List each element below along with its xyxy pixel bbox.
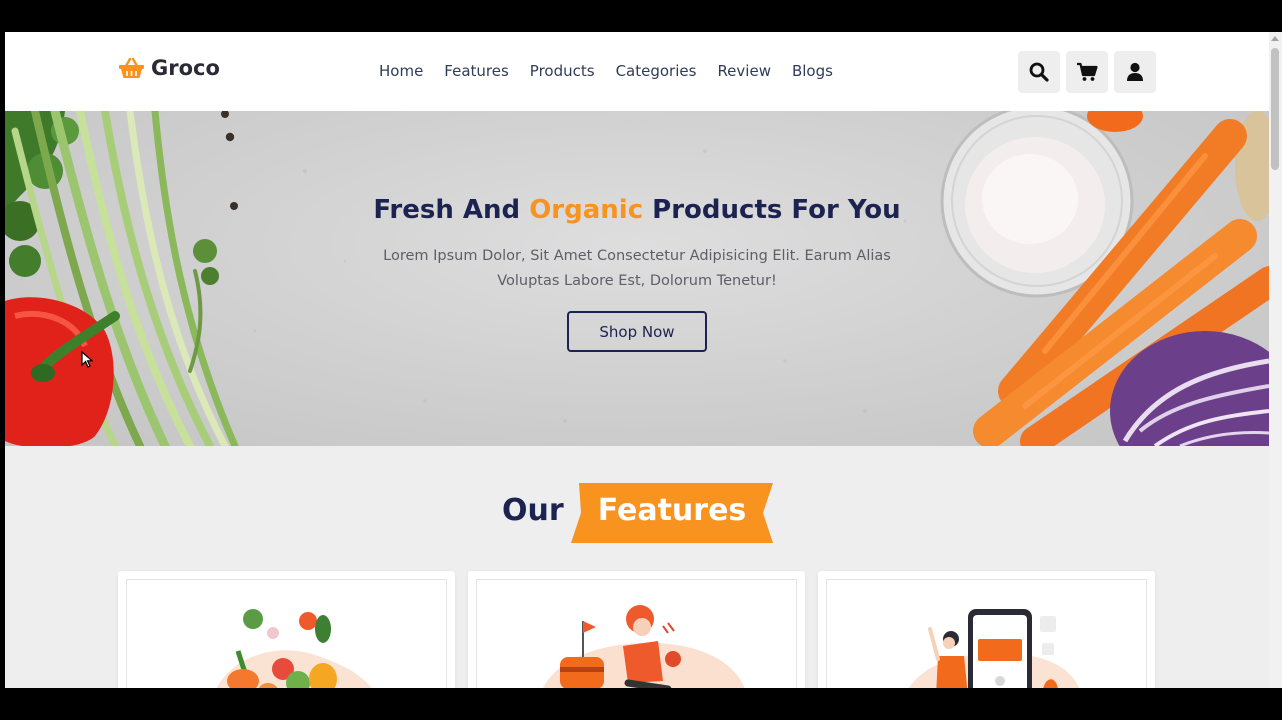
- nav-item-review[interactable]: Review: [717, 62, 771, 80]
- hero-title-part1: Fresh And: [373, 195, 530, 225]
- brand-logo[interactable]: Groco: [118, 56, 220, 80]
- main-nav: Home Features Products Categories Review…: [379, 62, 833, 80]
- hero-title: Fresh And Organic Products For You: [5, 195, 1269, 225]
- hero-subtitle-line2: Voluptas Labore Est, Dolorum Tenetur!: [497, 273, 777, 289]
- features-heading: Our Features: [5, 483, 1269, 543]
- site-header: Groco Home Features Products Categories …: [5, 32, 1269, 111]
- hero-subtitle-line1: Lorem Ipsum Dolor, Sit Amet Consectetur …: [383, 248, 891, 264]
- nav-item-categories[interactable]: Categories: [616, 62, 697, 80]
- scroll-up-icon[interactable]: [1271, 36, 1279, 41]
- scrollbar-thumb[interactable]: [1271, 48, 1279, 170]
- page-scrollbar[interactable]: [1269, 32, 1282, 688]
- nav-item-home[interactable]: Home: [379, 62, 423, 80]
- nav-item-features[interactable]: Features: [444, 62, 509, 80]
- browser-viewport: Groco Home Features Products Categories …: [5, 32, 1269, 688]
- search-button[interactable]: [1018, 51, 1060, 93]
- hero-title-accent: Organic: [529, 195, 644, 225]
- feature-card-3: [818, 571, 1155, 688]
- mouse-cursor-icon: [81, 351, 93, 368]
- user-button[interactable]: [1114, 51, 1156, 93]
- features-heading-highlight: Features: [597, 493, 747, 528]
- feature-card-2: [468, 571, 805, 688]
- cart-button[interactable]: [1066, 51, 1108, 93]
- search-icon: [1029, 62, 1049, 82]
- shop-now-button[interactable]: Shop Now: [567, 311, 707, 352]
- hero-subtitle: Lorem Ipsum Dolor, Sit Amet Consectetur …: [357, 244, 917, 294]
- user-icon: [1127, 62, 1143, 81]
- nav-item-blogs[interactable]: Blogs: [792, 62, 833, 80]
- hero-title-part2: Products For You: [643, 195, 901, 225]
- cart-icon: [1077, 62, 1098, 81]
- brand-name: Groco: [151, 56, 220, 80]
- feature-card-1: [118, 571, 455, 688]
- basket-icon: [119, 57, 144, 78]
- delivery-illustration: [543, 605, 745, 688]
- header-icons: [1018, 51, 1156, 93]
- mobile-order-illustration: [909, 609, 1080, 688]
- features-heading-plain: Our: [502, 493, 564, 528]
- hero-banner: Fresh And Organic Products For You Lorem…: [5, 111, 1269, 446]
- nav-item-products[interactable]: Products: [530, 62, 595, 80]
- vegetables-illustration: [216, 609, 372, 688]
